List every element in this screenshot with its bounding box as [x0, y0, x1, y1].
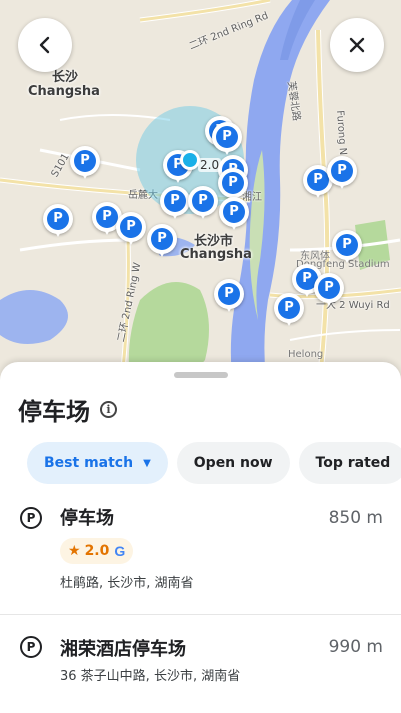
parking-pin[interactable]: P: [314, 273, 344, 309]
parking-pin[interactable]: P: [212, 122, 242, 158]
filter-chip-top-rated[interactable]: Top rated: [298, 442, 401, 484]
drag-handle[interactable]: [174, 372, 228, 378]
parking-pin[interactable]: P: [160, 186, 190, 222]
chip-label: Top rated: [315, 455, 391, 471]
result-address: 杜鹃路, 长沙市, 湖南省: [60, 576, 194, 591]
info-icon[interactable]: i: [100, 401, 117, 418]
map-label-area: Helong: [288, 349, 324, 360]
chevron-down-icon: ▼: [143, 457, 151, 469]
back-button[interactable]: [18, 18, 72, 72]
parking-icon: P: [20, 507, 42, 529]
chip-label: Open now: [193, 455, 273, 471]
filter-chip-open-now[interactable]: Open now: [176, 442, 290, 484]
my-location-dot: [180, 150, 200, 170]
arrow-left-icon: [39, 36, 50, 54]
result-name: 湘荣酒店停车场: [60, 639, 186, 660]
divider: [0, 614, 401, 615]
rating-value: 2.0: [84, 543, 110, 559]
chip-label: Best match: [44, 455, 134, 471]
rating-badge: ★ 2.0 G: [60, 538, 134, 564]
result-name: 停车场: [60, 508, 114, 529]
result-distance: 850 m: [328, 508, 383, 528]
results-sheet: 停车场 i Best match ▼ Open now Top rated P …: [0, 362, 401, 713]
map-label-city-west-en: Changsha: [28, 84, 100, 99]
sheet-title: 停车场: [18, 398, 90, 426]
parking-pin[interactable]: P: [43, 204, 73, 240]
parking-pin[interactable]: P: [70, 146, 100, 182]
parking-pin[interactable]: P: [214, 279, 244, 315]
parking-pin[interactable]: P: [219, 197, 249, 233]
parking-icon: P: [20, 636, 42, 658]
google-icon: G: [114, 543, 126, 559]
result-item[interactable]: P 湘荣酒店停车场 990 m 36 茶子山中路, 长沙市, 湖南省: [0, 633, 401, 703]
close-button[interactable]: [330, 18, 384, 72]
parking-pin[interactable]: P: [327, 156, 357, 192]
result-item[interactable]: P 停车场 850 m ★ 2.0 G 杜鹃路, 长沙市, 湖南省: [0, 502, 401, 614]
filter-chip-best-match[interactable]: Best match ▼: [27, 442, 168, 484]
close-icon: [349, 37, 365, 53]
result-address: 36 茶子山中路, 长沙市, 湖南省: [60, 669, 241, 684]
result-distance: 990 m: [328, 637, 383, 657]
map-rating-label: 2.0: [198, 158, 222, 172]
sheet-header: 停车场 i: [18, 392, 117, 427]
map-label-city-center-en: Changsha: [180, 247, 252, 262]
parking-pin[interactable]: P: [116, 212, 146, 248]
star-icon: ★: [68, 543, 81, 559]
filter-chips: Best match ▼ Open now Top rated: [27, 442, 401, 484]
parking-pin[interactable]: P: [147, 224, 177, 260]
map-view[interactable]: 长沙 Changsha 二环 2nd Ring Rd 芙蓉北路 Furong N…: [0, 0, 401, 380]
parking-pin[interactable]: P: [188, 186, 218, 222]
parking-pin[interactable]: P: [274, 293, 304, 329]
parking-pin[interactable]: P: [332, 230, 362, 266]
